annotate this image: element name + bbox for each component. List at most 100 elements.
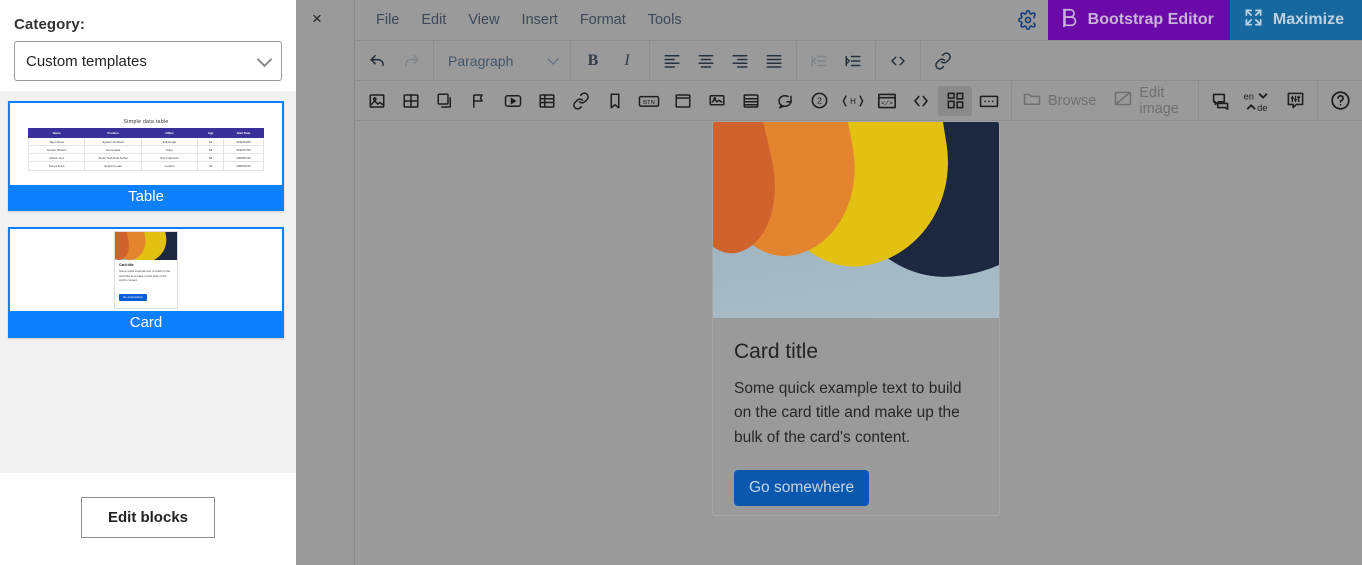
mini-td: Junior Technical Author [84,153,142,163]
chat-bubbles-icon[interactable] [1204,86,1238,116]
align-left-icon[interactable] [655,46,689,76]
gear-icon[interactable] [1008,0,1048,40]
accordion-icon[interactable] [734,86,768,116]
browse-label: Browse [1048,92,1097,109]
circle-two-icon[interactable]: 2 [802,86,836,116]
help-group [1318,81,1362,121]
chevron-down-icon [547,52,559,65]
menu-item-file[interactable]: File [365,7,410,33]
mini-card-button: Go somewhere [119,293,147,301]
mini-table-row: Ashton Cox Junior Technical Author San F… [27,153,264,163]
format-group: Paragraph [434,40,571,81]
italic-icon[interactable]: I [610,46,644,76]
go-somewhere-button[interactable]: Go somewhere [734,470,870,507]
app-screen: Category: Custom templates Simple data t… [0,0,1362,565]
undo-icon[interactable] [360,46,394,76]
layers-icon[interactable] [428,86,462,116]
translate-group: en de [1199,80,1318,121]
mini-td: Edinburgh [140,136,199,147]
align-justify-icon[interactable] [757,46,791,76]
mini-th: Position [84,128,142,138]
link-icon[interactable] [926,46,960,76]
editor-menubar: File Edit View Insert Format Tools Boots… [355,0,1362,40]
video-icon[interactable] [496,86,530,116]
align-group [650,40,797,81]
mini-card-image [115,232,177,261]
history-group [355,40,434,81]
mini-td: Support Lead [84,161,142,171]
lang-to-text: de [1257,103,1267,113]
link2-icon[interactable] [564,86,598,116]
dialog-header: Category: Custom templates [0,0,296,91]
template-picker-dialog: Category: Custom templates Simple data t… [0,0,296,565]
mini-td: San Francisco [140,153,199,163]
format-select[interactable]: Paragraph [439,46,565,76]
edit-image-button[interactable]: Edit image [1108,85,1193,117]
translation-settings-icon[interactable] [1278,86,1312,116]
indent-icon[interactable] [836,46,870,76]
template-item-card[interactable]: Card title Some quick example text to bu… [8,227,284,338]
maximize-button[interactable]: Maximize [1229,0,1362,40]
editor-toolbar-row-1: Paragraph B I [355,40,1362,81]
card-image [713,122,999,318]
chevron-down-icon [256,51,273,68]
source-code-icon[interactable] [881,46,915,76]
category-select[interactable]: Custom templates [14,41,282,81]
edit-image-label: Edit image [1139,84,1179,117]
svg-text:H: H [850,97,856,106]
mini-td: Tiger Nixon [27,136,86,147]
bootstrap-card[interactable]: Card title Some quick example text to bu… [712,121,1000,516]
edit-blocks-button[interactable]: Edit blocks [80,497,216,538]
ellipsis-box-icon[interactable] [972,86,1006,116]
menu-item-format[interactable]: Format [569,7,637,33]
maximize-label: Maximize [1272,11,1344,28]
mini-th: Start Date [223,128,264,138]
editor-canvas[interactable]: Card title Some quick example text to bu… [355,120,1362,565]
blocks-icon[interactable] [938,85,972,116]
edit-image-icon [1114,90,1132,111]
bootstrap-editor-button[interactable]: Bootstrap Editor [1047,0,1230,40]
flag-icon[interactable] [462,86,496,116]
redo-icon[interactable] [394,46,428,76]
language-swap-icon[interactable]: en de [1238,86,1278,116]
table-icon[interactable] [530,86,564,116]
carousel-icon[interactable] [700,86,734,116]
heading-icon[interactable]: H [836,86,870,116]
dialog-footer: Edit blocks [0,473,296,565]
menu-item-view[interactable]: View [457,7,510,33]
window-icon[interactable] [666,86,700,116]
code-tags-icon[interactable] [904,86,938,116]
media-group: Browse Edit image [1012,80,1199,121]
browse-button[interactable]: Browse [1017,91,1108,111]
template-item-table[interactable]: Simple data table Name Position Office A… [8,101,284,212]
comment-icon[interactable] [768,86,802,116]
mini-td: Sonya Frost [27,161,86,171]
mini-table-header-row: Name Position Office Age Start Date [27,128,264,138]
expand-arrows-icon [1244,8,1263,32]
align-center-icon[interactable] [689,46,723,76]
template-caption-table: Table [10,185,282,210]
insert-group: BTN 2 H </> [355,80,1012,121]
image-grid-icon[interactable] [394,86,428,116]
mini-th: Name [27,128,86,138]
rich-text-editor: File Edit View Insert Format Tools Boots… [355,0,1362,565]
close-icon[interactable]: × [302,4,332,34]
mini-td: London [140,161,199,171]
help-circle-icon[interactable] [1323,86,1357,116]
mini-table-row: Sonya Frost Support Lead London 34 2008/… [27,161,264,171]
align-right-icon[interactable] [723,46,757,76]
menu-item-edit[interactable]: Edit [410,7,457,33]
mini-td: 61 [197,136,225,147]
bookmark-icon[interactable] [598,86,632,116]
mini-td: Tokyo [140,145,199,155]
code-window-icon[interactable]: </> [870,86,904,116]
editor-toolbar-row-2: BTN 2 H </> Browse Edit image en de [355,80,1362,121]
button-icon[interactable]: BTN [632,86,666,116]
image-icon[interactable] [360,86,394,116]
outdent-icon[interactable] [802,46,836,76]
menu-item-insert[interactable]: Insert [511,7,569,33]
mini-table-title: Simple data table [123,119,169,126]
bold-icon[interactable]: B [576,46,610,76]
mini-td: System Architect [84,136,142,147]
menu-item-tools[interactable]: Tools [637,7,693,33]
